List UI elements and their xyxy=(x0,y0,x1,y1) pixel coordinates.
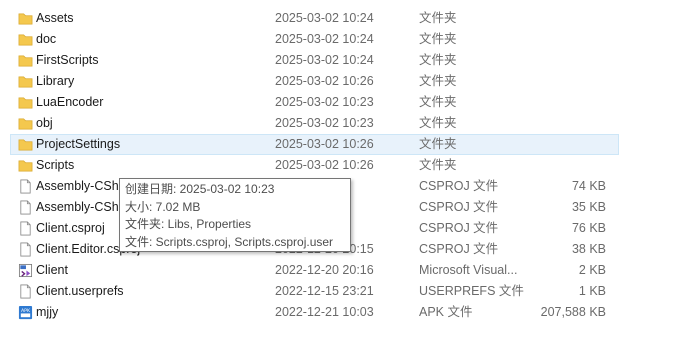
file-name: doc xyxy=(36,32,57,46)
file-icon xyxy=(20,284,31,299)
file-size: 35 KB xyxy=(571,200,606,214)
file-type: 文件夹 xyxy=(419,158,457,172)
file-date: 2025-03-02 10:23 xyxy=(275,116,374,130)
file-date: 2025-03-02 10:26 xyxy=(275,158,374,172)
file-type: 文件夹 xyxy=(419,74,457,88)
list-item[interactable]: obj 2025-03-02 10:23 文件夹 xyxy=(0,113,699,134)
file-date: 2025-03-02 10:24 xyxy=(275,32,374,46)
file-size: 207,588 KB xyxy=(540,305,606,319)
file-name: Scripts xyxy=(36,158,75,172)
file-name: ProjectSettings xyxy=(36,137,121,151)
file-type: CSPROJ 文件 xyxy=(419,221,499,235)
file-name: Assets xyxy=(36,11,74,25)
file-type: 文件夹 xyxy=(419,116,457,130)
folder-icon xyxy=(18,34,33,46)
list-item[interactable]: Client.userprefs 2022-12-15 23:21 USERPR… xyxy=(0,281,699,302)
file-date: 2022-12-15 23:21 xyxy=(275,284,374,298)
file-size: 76 KB xyxy=(571,221,606,235)
file-type: 文件夹 xyxy=(419,32,457,46)
folder-icon xyxy=(18,55,33,67)
file-type: 文件夹 xyxy=(419,11,457,25)
file-size: 2 KB xyxy=(578,263,606,277)
file-date: 2025-03-02 10:24 xyxy=(275,11,374,25)
tooltip-size: 大小: 7.02 MB xyxy=(125,199,201,214)
file-type: CSPROJ 文件 xyxy=(419,242,499,256)
folder-icon xyxy=(18,139,33,151)
file-name: Client.userprefs xyxy=(36,284,124,298)
list-item-hovered[interactable]: ProjectSettings 2025-03-02 10:26 文件夹 xyxy=(10,134,619,155)
file-date: 2025-03-02 10:26 xyxy=(275,74,374,88)
tooltip-created-date: 创建日期: 2025-03-02 10:23 xyxy=(125,182,275,196)
list-item[interactable]: doc 2025-03-02 10:24 文件夹 xyxy=(0,29,699,50)
file-type: USERPREFS 文件 xyxy=(419,284,524,298)
folder-icon xyxy=(18,160,33,172)
list-item[interactable]: Client 2022-12-20 20:16 Microsoft Visual… xyxy=(0,260,699,281)
file-size: 38 KB xyxy=(571,242,606,256)
file-type: CSPROJ 文件 xyxy=(419,200,499,214)
list-item[interactable]: Scripts 2025-03-02 10:26 文件夹 xyxy=(0,155,699,176)
file-name: Client xyxy=(36,263,68,277)
file-name: Assembly-CSh xyxy=(36,179,119,193)
file-list: Assets 2025-03-02 10:24 文件夹 doc 2025-03-… xyxy=(0,8,699,323)
svg-text:APK: APK xyxy=(21,308,31,314)
folder-info-tooltip: 创建日期: 2025-03-02 10:23 大小: 7.02 MB 文件夹: … xyxy=(119,178,351,252)
file-type: 文件夹 xyxy=(419,95,457,109)
tooltip-folders: 文件夹: Libs, Properties xyxy=(125,217,252,231)
file-icon xyxy=(20,200,31,215)
file-icon xyxy=(20,221,31,236)
list-item[interactable]: LuaEncoder 2025-03-02 10:23 文件夹 xyxy=(0,92,699,113)
file-date: 2022-12-21 10:03 xyxy=(275,305,374,319)
list-item[interactable]: APK mjjy 2022-12-21 10:03 APK 文件 207,588… xyxy=(0,302,699,323)
folder-icon xyxy=(18,76,33,88)
file-date: 2025-03-02 10:23 xyxy=(275,95,374,109)
file-size: 74 KB xyxy=(571,179,606,193)
file-name: FirstScripts xyxy=(36,53,99,67)
tooltip-files: 文件: Scripts.csproj, Scripts.csproj.user xyxy=(125,234,334,249)
file-date: 2025-03-02 10:24 xyxy=(275,53,374,67)
folder-icon xyxy=(18,13,33,25)
folder-icon xyxy=(18,97,33,109)
file-name: LuaEncoder xyxy=(36,95,104,109)
file-name: Client.csproj xyxy=(36,221,105,235)
file-name: Library xyxy=(36,74,75,88)
file-icon xyxy=(20,242,31,257)
folder-icon xyxy=(18,118,33,130)
file-date: 2025-03-02 10:26 xyxy=(275,137,374,151)
visual-studio-solution-icon xyxy=(18,263,33,278)
file-type: Microsoft Visual... xyxy=(419,263,518,277)
file-type: APK 文件 xyxy=(419,305,473,319)
file-date: 2022-12-20 20:16 xyxy=(275,263,374,277)
file-size: 1 KB xyxy=(578,284,606,298)
file-name: Assembly-CSh xyxy=(36,200,119,214)
file-name: mjjy xyxy=(36,305,59,319)
list-item[interactable]: Assets 2025-03-02 10:24 文件夹 xyxy=(0,8,699,29)
file-type: CSPROJ 文件 xyxy=(419,179,499,193)
list-item[interactable]: FirstScripts 2025-03-02 10:24 文件夹 xyxy=(0,50,699,71)
file-type: 文件夹 xyxy=(419,137,457,151)
file-icon xyxy=(20,179,31,194)
apk-icon: APK xyxy=(18,305,33,320)
list-item[interactable]: Library 2025-03-02 10:26 文件夹 xyxy=(0,71,699,92)
file-type: 文件夹 xyxy=(419,53,457,67)
file-name: obj xyxy=(36,116,53,130)
